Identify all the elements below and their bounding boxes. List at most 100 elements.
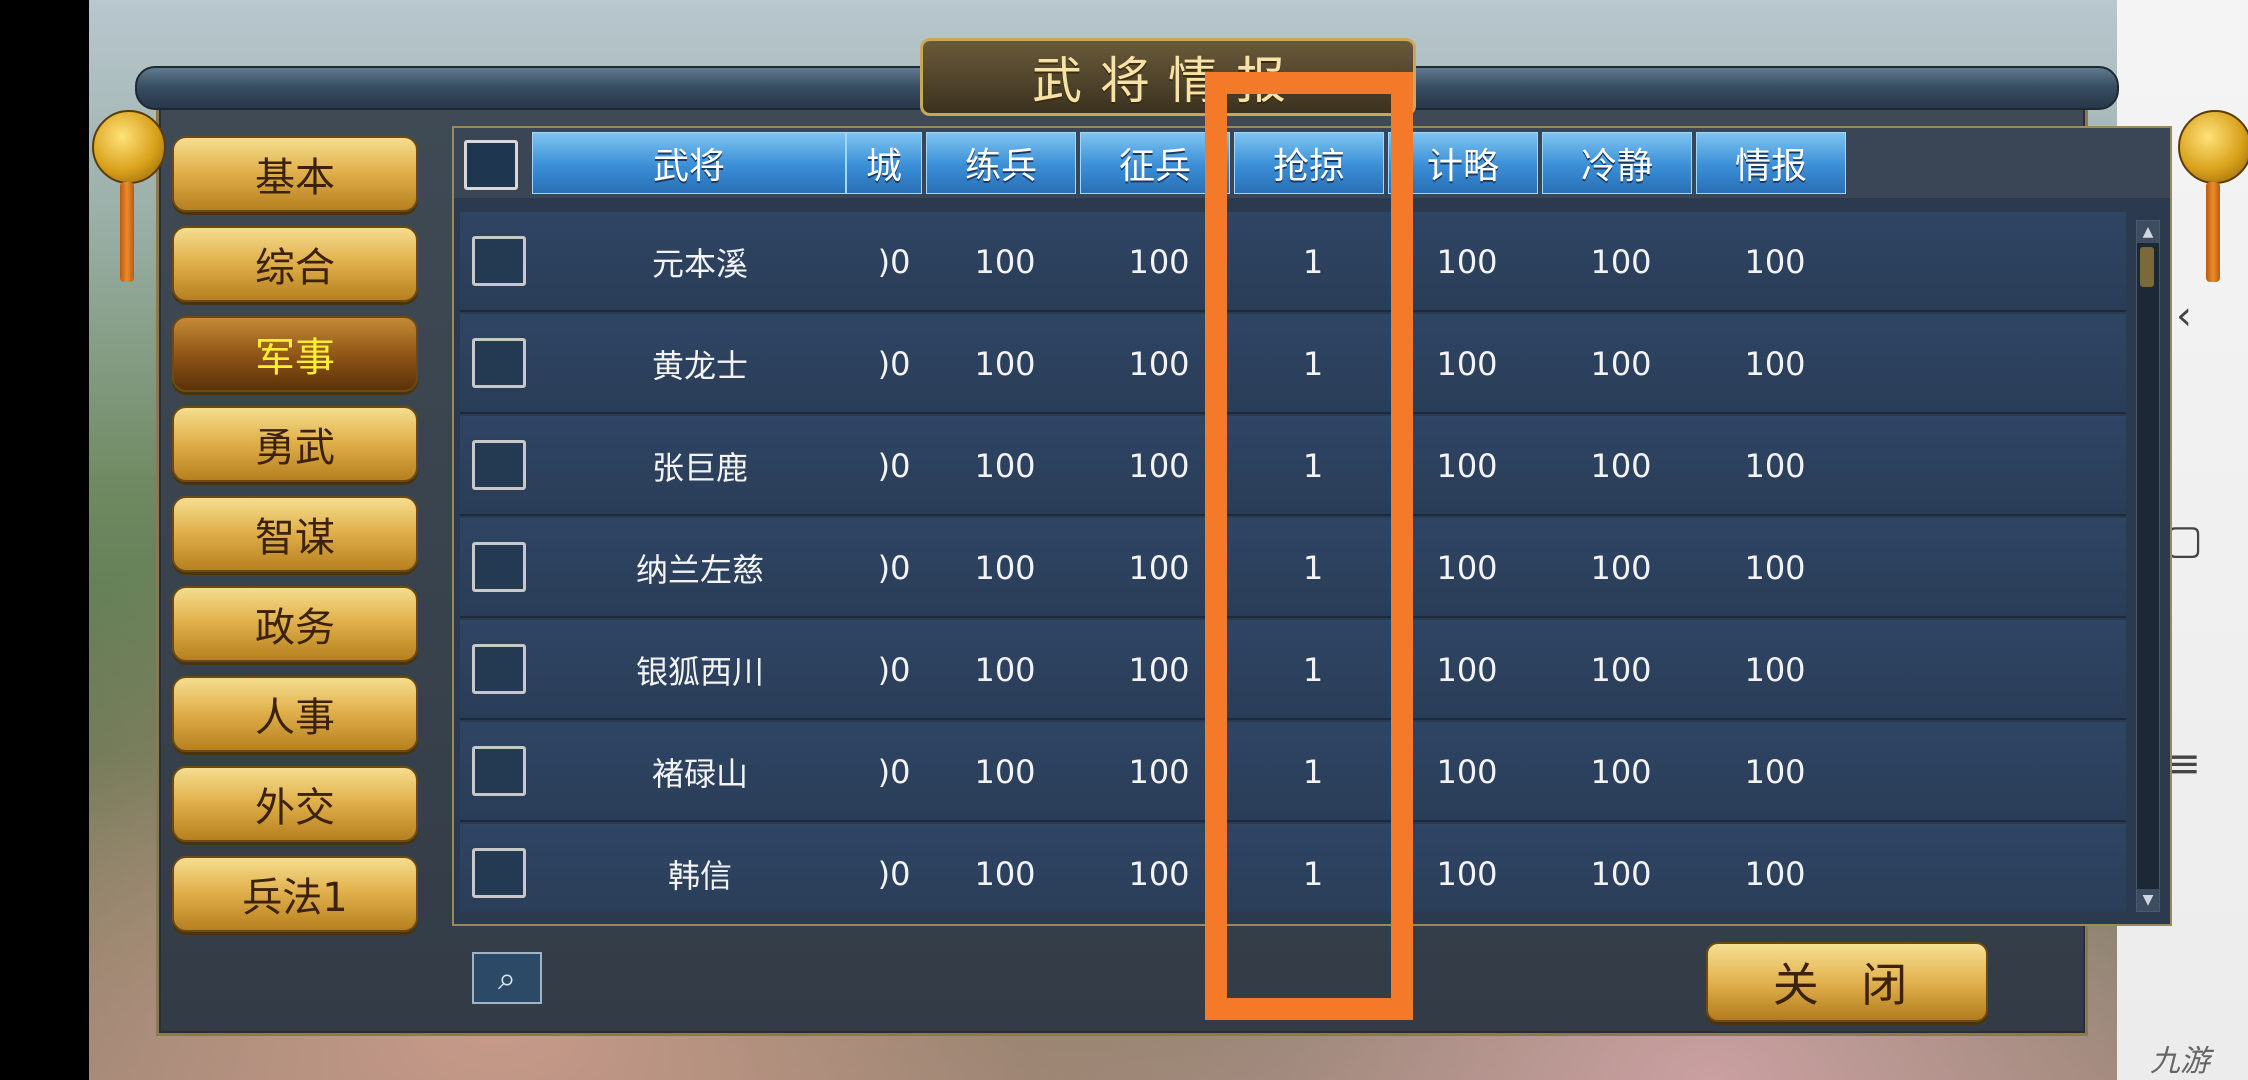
tab-label: 外交 — [255, 785, 335, 831]
tab-label: 基本 — [255, 155, 335, 201]
stat-cell: 100 — [1744, 855, 1806, 893]
header-intel[interactable]: 情报 — [1696, 132, 1846, 194]
table-row[interactable]: 韩信)0 100 100 1 100 100 100 — [460, 824, 2126, 912]
select-all-checkbox[interactable] — [464, 140, 518, 190]
table-header: 武将 城 练兵 征兵 抢掠 计略 冷静 情报 — [454, 128, 2170, 198]
stat-cell: 100 — [1744, 753, 1806, 791]
table-row[interactable]: 元本溪)0 100 100 1 100 100 100 — [460, 212, 2126, 312]
stat-cell: 100 — [1128, 345, 1190, 383]
row-checkbox[interactable] — [472, 440, 526, 490]
general-name-cell: 银狐西川 — [635, 653, 764, 691]
stat-cell: 100 — [1436, 243, 1498, 281]
row-checkbox[interactable] — [472, 848, 526, 898]
stat-cell: 100 — [1590, 447, 1652, 485]
tab-diplomacy[interactable]: 外交 — [172, 766, 418, 842]
right-knob-decoration — [2178, 110, 2248, 184]
stat-cell: 100 — [1590, 345, 1652, 383]
tab-strategy[interactable]: 智谋 — [172, 496, 418, 572]
general-name-cell: 元本溪 — [651, 245, 748, 283]
stat-cell: 100 — [1436, 855, 1498, 893]
stat-cell: )0 — [877, 345, 911, 383]
tab-label: 兵法1 — [242, 875, 348, 921]
stat-cell: 100 — [1436, 447, 1498, 485]
general-name-cell: 纳兰左慈 — [635, 551, 764, 589]
row-checkbox[interactable] — [472, 644, 526, 694]
tab-label: 人事 — [255, 695, 335, 741]
table-row[interactable]: 银狐西川 )0 100 100 1 100 100 100 — [460, 620, 2126, 720]
stat-cell: 1 — [1302, 651, 1324, 689]
row-checkbox[interactable] — [472, 236, 526, 286]
stat-cell: 100 — [974, 549, 1036, 587]
stat-cell: 100 — [1128, 855, 1190, 893]
stat-cell: 100 — [1128, 243, 1190, 281]
stat-cell: 100 — [974, 753, 1036, 791]
close-button[interactable]: 关 闭 — [1706, 942, 1988, 1022]
tab-tactics-1[interactable]: 兵法1 — [172, 856, 418, 932]
stat-cell: 1 — [1302, 447, 1324, 485]
stat-cell: 100 — [1590, 243, 1652, 281]
stat-cell: )0 — [877, 753, 911, 791]
stat-cell: )0 — [877, 855, 911, 893]
header-training[interactable]: 练兵 — [926, 132, 1076, 194]
header-composure[interactable]: 冷静 — [1542, 132, 1692, 194]
stat-cell: 100 — [1436, 549, 1498, 587]
tab-military[interactable]: 军事 — [172, 316, 418, 392]
stat-cell: 100 — [974, 855, 1036, 893]
row-checkbox[interactable] — [472, 746, 526, 796]
table-body: 元本溪)0 100 100 1 100 100 100 黄龙士)0 100 100 1 100 100 1… — [460, 212, 2126, 912]
stat-cell: 100 — [1744, 243, 1806, 281]
tab-label: 智谋 — [255, 515, 335, 561]
header-scheme[interactable]: 计略 — [1388, 132, 1538, 194]
row-checkbox[interactable] — [472, 338, 526, 388]
tab-label: 综合 — [255, 245, 335, 291]
header-city[interactable]: 城 — [846, 132, 922, 194]
stat-cell: 100 — [1744, 651, 1806, 689]
stat-cell: 100 — [1590, 855, 1652, 893]
tab-personnel[interactable]: 人事 — [172, 676, 418, 752]
table-row[interactable]: 黄龙士)0 100 100 1 100 100 100 — [460, 314, 2126, 414]
left-knob-decoration — [92, 110, 166, 184]
stat-cell: 100 — [1744, 345, 1806, 383]
tab-valor[interactable]: 勇武 — [172, 406, 418, 482]
table-row[interactable]: 张巨鹿)0 100 100 1 100 100 100 — [460, 416, 2126, 516]
stat-cell: 100 — [1128, 651, 1190, 689]
tab-basic[interactable]: 基本 — [172, 136, 418, 212]
stat-cell: 100 — [1128, 753, 1190, 791]
stat-cell: 100 — [1590, 549, 1652, 587]
table-row[interactable]: 纳兰左慈)0 100 100 1 100 100 100 — [460, 518, 2126, 618]
stat-cell: 100 — [1744, 549, 1806, 587]
stat-cell: 100 — [1590, 753, 1652, 791]
stat-cell: 100 — [974, 651, 1036, 689]
stat-cell: 100 — [1436, 651, 1498, 689]
close-label: 关 闭 — [1772, 958, 1922, 1012]
search-icon: ⌕ — [498, 958, 516, 997]
row-checkbox[interactable] — [472, 542, 526, 592]
header-general[interactable]: 武将 — [532, 132, 846, 194]
stat-cell: 1 — [1302, 243, 1324, 281]
scroll-thumb[interactable] — [2140, 247, 2154, 287]
tab-label: 军事 — [255, 335, 335, 381]
stat-cell: 100 — [1590, 651, 1652, 689]
scroll-up-icon[interactable]: ▲ — [2137, 221, 2159, 243]
watermark-logo: 九游 — [2150, 1044, 2210, 1079]
header-conscription[interactable]: 征兵 — [1080, 132, 1230, 194]
stat-cell: )0 — [877, 243, 911, 281]
general-name-cell: 张巨鹿 — [651, 449, 748, 487]
stat-cell: 1 — [1302, 855, 1324, 893]
stat-cell: 1 — [1302, 753, 1324, 791]
table-row[interactable]: 褚碌山)0 100 100 1 100 100 100 — [460, 722, 2126, 822]
tab-politics[interactable]: 政务 — [172, 586, 418, 662]
stat-cell: 100 — [1128, 447, 1190, 485]
search-button[interactable]: ⌕ — [472, 952, 542, 1004]
left-tassel-decoration — [120, 182, 134, 282]
stat-cell: 100 — [1436, 753, 1498, 791]
vertical-scrollbar[interactable]: ▲ ▼ — [2136, 220, 2160, 912]
generals-table: 武将 城 练兵 征兵 抢掠 计略 冷静 情报 元本溪 )0 100 100 1 100 10… — [452, 126, 2172, 926]
header-plunder[interactable]: 抢掠 — [1234, 132, 1384, 194]
stat-cell: 100 — [974, 345, 1036, 383]
stat-cell: 100 — [1744, 447, 1806, 485]
stat-cell: )0 — [877, 651, 911, 689]
tab-overview[interactable]: 综合 — [172, 226, 418, 302]
tab-label: 政务 — [255, 605, 335, 651]
scroll-down-icon[interactable]: ▼ — [2137, 889, 2159, 911]
